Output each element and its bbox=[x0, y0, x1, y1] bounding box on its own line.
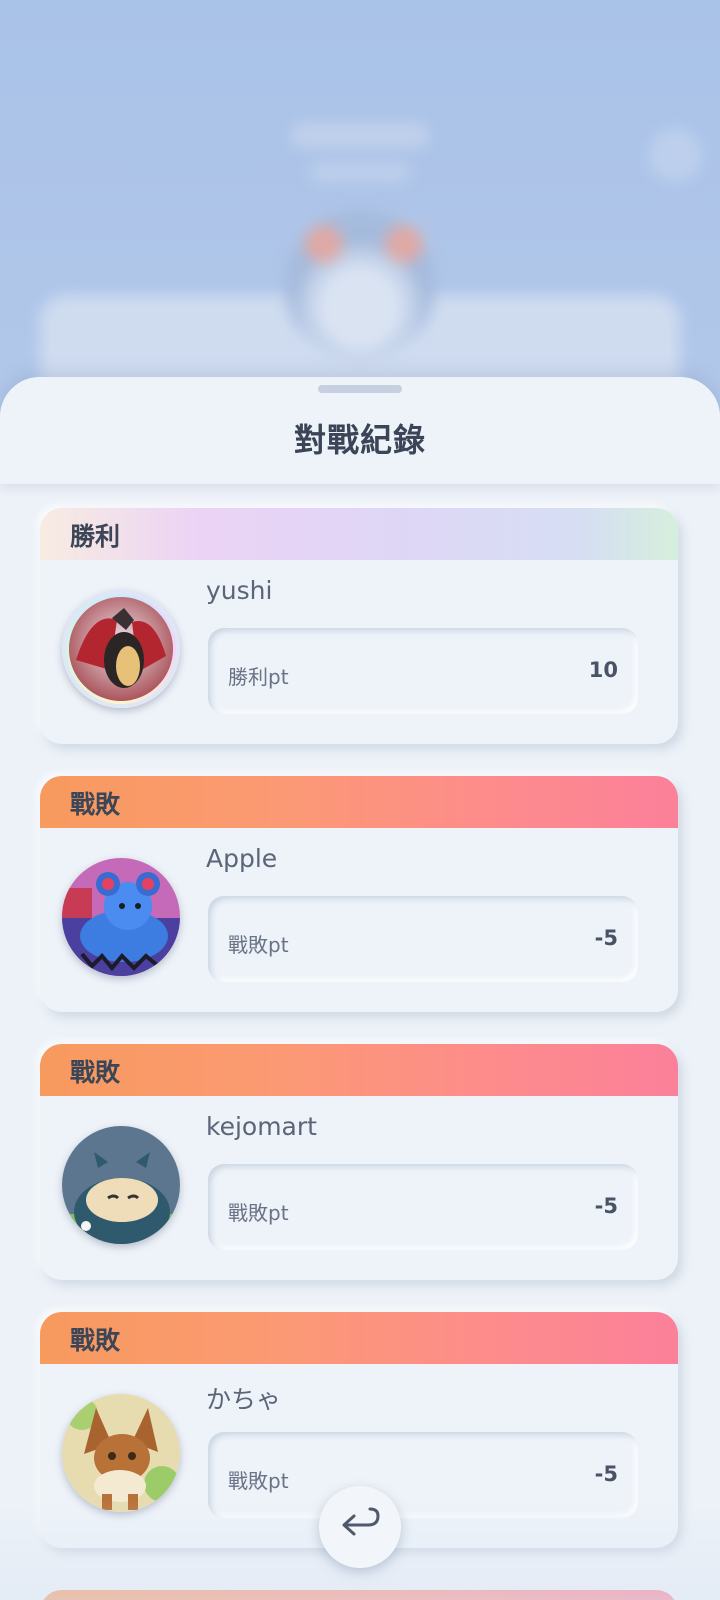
points-box: 勝利pt 10 bbox=[208, 628, 638, 714]
drag-handle[interactable] bbox=[318, 385, 402, 393]
background-ball-dot bbox=[305, 225, 343, 263]
result-banner: 戰敗 bbox=[40, 1312, 678, 1364]
next-record-card-peek bbox=[40, 1590, 678, 1600]
background-title bbox=[290, 122, 430, 148]
result-banner: 戰敗 bbox=[40, 1044, 678, 1096]
record-card[interactable]: 勝利 yushi 勝利pt 10 bbox=[40, 508, 678, 744]
battle-record-sheet: 對戰紀錄 勝利 yushi 勝利pt 10 戰敗 Apple 戰敗pt -5 戰… bbox=[0, 377, 720, 1600]
points-box: 戰敗pt -5 bbox=[208, 1432, 638, 1518]
snorlax-avatar-icon bbox=[62, 1126, 180, 1244]
player-name: かちゃ bbox=[206, 1385, 282, 1414]
player-name: kejomart bbox=[206, 1112, 317, 1141]
background-ball-dot bbox=[385, 225, 423, 263]
screen: 對戰紀錄 勝利 yushi 勝利pt 10 戰敗 Apple 戰敗pt -5 戰… bbox=[0, 0, 720, 1600]
blurred-background bbox=[0, 0, 720, 420]
points-box: 戰敗pt -5 bbox=[208, 896, 638, 982]
sheet-title: 對戰紀錄 bbox=[293, 421, 426, 459]
points-label: 戰敗pt bbox=[228, 1469, 289, 1493]
marill-avatar-icon bbox=[62, 858, 180, 976]
points-box: 戰敗pt -5 bbox=[208, 1164, 638, 1250]
result-label: 戰敗 bbox=[70, 1058, 121, 1087]
result-label: 勝利 bbox=[70, 522, 121, 551]
result-label: 戰敗 bbox=[70, 1326, 121, 1355]
sheet-header: 對戰紀錄 bbox=[0, 377, 720, 484]
player-name: yushi bbox=[206, 576, 273, 605]
points-value: 10 bbox=[588, 658, 618, 682]
points-label: 勝利pt bbox=[228, 665, 289, 689]
result-banner: 勝利 bbox=[40, 508, 678, 560]
background-subtitle bbox=[310, 162, 410, 182]
points-label: 戰敗pt bbox=[228, 933, 289, 957]
result-label: 戰敗 bbox=[70, 790, 121, 819]
back-button[interactable] bbox=[319, 1486, 401, 1568]
charizard-avatar-icon bbox=[62, 590, 180, 708]
eevee-avatar-icon bbox=[62, 1394, 180, 1512]
points-value: -5 bbox=[594, 926, 618, 950]
record-card[interactable]: 戰敗 bbox=[40, 776, 678, 1012]
points-label: 戰敗pt bbox=[228, 1201, 289, 1225]
points-value: -5 bbox=[594, 1462, 618, 1486]
return-arrow-icon bbox=[342, 1507, 380, 1536]
background-menu-button bbox=[648, 128, 702, 182]
record-card[interactable]: 戰敗 kejomart 戰敗pt -5 bbox=[40, 1044, 678, 1280]
result-banner: 戰敗 bbox=[40, 776, 678, 828]
points-value: -5 bbox=[594, 1194, 618, 1218]
player-name: Apple bbox=[206, 844, 278, 873]
